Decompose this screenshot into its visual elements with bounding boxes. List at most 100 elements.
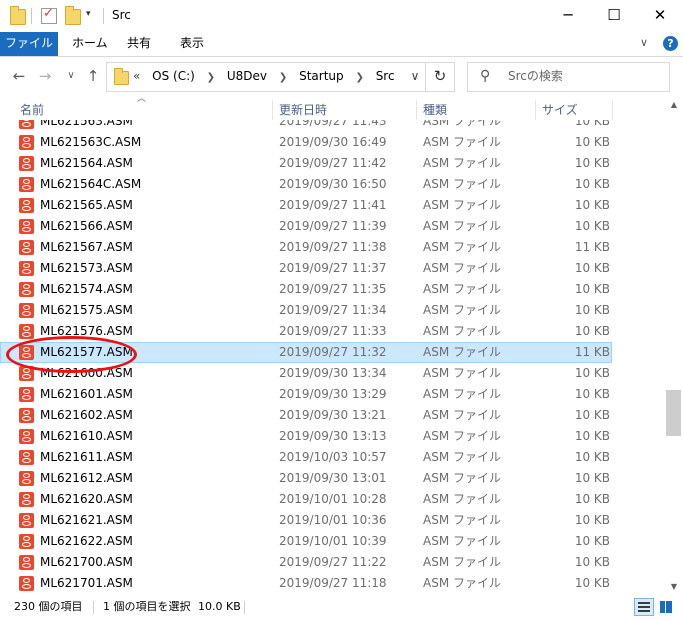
file-size: 10 KB bbox=[574, 303, 610, 317]
file-type: ASM ファイル bbox=[423, 387, 501, 401]
new-folder-icon[interactable] bbox=[65, 6, 81, 25]
chevron-right-icon[interactable]: ❯ bbox=[279, 72, 287, 83]
file-row[interactable]: ML621622.ASM 2019/10/01 10:39 ASM ファイル 10 K… bbox=[0, 531, 612, 552]
file-size: 10 KB bbox=[574, 450, 610, 464]
column-divider[interactable] bbox=[535, 100, 536, 120]
file-row[interactable]: ML621576.ASM 2019/09/27 11:33 ASM ファイル 10 K… bbox=[0, 321, 612, 342]
file-row[interactable]: ML621565.ASM 2019/09/27 11:41 ASM ファイル 10 K… bbox=[0, 195, 612, 216]
address-folder-icon bbox=[114, 68, 129, 85]
file-name: ML621620.ASM bbox=[40, 492, 133, 506]
forward-icon[interactable]: → bbox=[36, 66, 54, 86]
vertical-scrollbar[interactable]: ▲ ▼ bbox=[665, 98, 683, 596]
column-divider[interactable] bbox=[612, 100, 613, 120]
file-date: 2019/10/01 10:39 bbox=[279, 534, 387, 548]
file-size: 10 KB bbox=[574, 576, 610, 590]
file-size: 10 KB bbox=[574, 198, 610, 212]
file-row[interactable]: ML621574.ASM 2019/09/27 11:35 ASM ファイル 10 K… bbox=[0, 279, 612, 300]
file-row[interactable]: ML621566.ASM 2019/09/27 11:39 ASM ファイル 10 K… bbox=[0, 216, 612, 237]
file-row[interactable]: ML621601.ASM 2019/09/30 13:29 ASM ファイル 10 K… bbox=[0, 384, 612, 405]
details-view-icon[interactable] bbox=[634, 598, 654, 616]
file-name: ML621700.ASM bbox=[40, 555, 133, 569]
file-list: ML621563.ASM 2019/09/27 11:43 ASM ファイル 10 K… bbox=[0, 120, 665, 596]
address-bar[interactable]: « OS (C:) ❯ U8Dev ❯ Startup ❯ Src ∨ bbox=[106, 62, 426, 92]
file-date: 2019/09/27 11:43 bbox=[279, 120, 387, 128]
quick-access-divider bbox=[31, 8, 32, 24]
file-row[interactable]: ML621564.ASM 2019/09/27 11:42 ASM ファイル 10 K… bbox=[0, 153, 612, 174]
file-type: ASM ファイル bbox=[423, 450, 501, 464]
column-divider[interactable] bbox=[416, 100, 417, 120]
sort-ascending-icon: ︿ bbox=[137, 94, 147, 104]
properties-icon[interactable] bbox=[41, 6, 57, 24]
file-date: 2019/09/27 11:34 bbox=[279, 303, 387, 317]
column-divider[interactable] bbox=[272, 100, 273, 120]
breadcrumb-os-c[interactable]: OS (C:) bbox=[152, 69, 195, 83]
file-row[interactable]: ML621700.ASM 2019/09/27 11:22 ASM ファイル 10 K… bbox=[0, 552, 612, 573]
large-icons-view-icon[interactable] bbox=[658, 599, 674, 615]
scroll-up-icon[interactable]: ▲ bbox=[665, 98, 683, 112]
breadcrumb-src[interactable]: Src bbox=[376, 69, 395, 83]
tab-home[interactable]: ホーム bbox=[72, 32, 108, 56]
asm-file-icon bbox=[19, 120, 34, 129]
file-date: 2019/09/30 13:29 bbox=[279, 387, 387, 401]
file-row[interactable]: ML621564C.ASM 2019/09/30 16:50 ASM ファイル 10 … bbox=[0, 174, 612, 195]
asm-file-icon bbox=[19, 345, 34, 360]
breadcrumb-startup[interactable]: Startup bbox=[299, 69, 344, 83]
back-icon[interactable]: ← bbox=[10, 66, 28, 86]
column-size[interactable]: サイズ bbox=[542, 98, 578, 120]
breadcrumb-overflow[interactable]: « bbox=[133, 69, 140, 83]
chevron-right-icon[interactable]: ❯ bbox=[355, 72, 363, 83]
tab-share[interactable]: 共有 bbox=[127, 32, 151, 56]
file-name: ML621563C.ASM bbox=[40, 135, 142, 149]
help-icon[interactable]: ? bbox=[663, 36, 678, 51]
file-date: 2019/09/30 13:13 bbox=[279, 429, 387, 443]
column-date[interactable]: 更新日時 bbox=[279, 98, 327, 120]
file-row[interactable]: ML621620.ASM 2019/10/01 10:28 ASM ファイル 10 K… bbox=[0, 489, 612, 510]
close-button[interactable]: ✕ bbox=[637, 0, 683, 32]
breadcrumb: « OS (C:) ❯ U8Dev ❯ Startup ❯ Src bbox=[133, 63, 395, 91]
file-row[interactable]: ML621563.ASM 2019/09/27 11:43 ASM ファイル 10 K… bbox=[0, 120, 612, 132]
file-row[interactable]: ML621610.ASM 2019/09/30 13:13 ASM ファイル 10 K… bbox=[0, 426, 612, 447]
breadcrumb-u8dev[interactable]: U8Dev bbox=[227, 69, 267, 83]
file-row[interactable]: ML621621.ASM 2019/10/01 10:36 ASM ファイル 10 K… bbox=[0, 510, 612, 531]
file-row[interactable]: ML621611.ASM 2019/10/03 10:57 ASM ファイル 10 K… bbox=[0, 447, 612, 468]
file-row[interactable]: ML621573.ASM 2019/09/27 11:37 ASM ファイル 10 K… bbox=[0, 258, 612, 279]
file-row[interactable]: ML621701.ASM 2019/09/27 11:18 ASM ファイル 10 K… bbox=[0, 573, 612, 594]
search-box[interactable]: ⚲ Srcの検索 bbox=[467, 62, 670, 92]
file-type: ASM ファイル bbox=[423, 120, 501, 128]
tab-view[interactable]: 表示 bbox=[180, 32, 204, 56]
column-name[interactable]: 名前 bbox=[20, 98, 44, 120]
file-row[interactable]: ML621600.ASM 2019/09/30 13:34 ASM ファイル 10 K… bbox=[0, 363, 612, 384]
file-size: 10 KB bbox=[574, 555, 610, 569]
asm-file-icon bbox=[19, 324, 34, 339]
scroll-thumb[interactable] bbox=[666, 390, 681, 436]
tab-file[interactable]: ファイル bbox=[0, 32, 58, 56]
recent-locations-icon[interactable]: ∨ bbox=[62, 66, 80, 86]
maximize-button[interactable]: ☐ bbox=[591, 0, 637, 32]
file-name: ML621701.ASM bbox=[40, 576, 133, 590]
quick-access-dropdown-icon[interactable]: ▾ bbox=[86, 9, 91, 19]
ribbon-expand-icon[interactable]: ∨ bbox=[640, 36, 648, 49]
search-icon: ⚲ bbox=[480, 68, 491, 84]
asm-file-icon bbox=[19, 156, 34, 171]
file-date: 2019/09/27 11:37 bbox=[279, 261, 387, 275]
file-row[interactable]: ML621612.ASM 2019/09/30 13:01 ASM ファイル 10 K… bbox=[0, 468, 612, 489]
file-size: 10 KB bbox=[574, 261, 610, 275]
file-row[interactable]: ML621575.ASM 2019/09/27 11:34 ASM ファイル 10 K… bbox=[0, 300, 612, 321]
file-row[interactable]: ML621602.ASM 2019/09/30 13:21 ASM ファイル 10 K… bbox=[0, 405, 612, 426]
search-input[interactable]: Srcの検索 bbox=[508, 63, 563, 91]
column-type[interactable]: 種類 bbox=[423, 98, 447, 120]
file-row[interactable]: ML621577.ASM 2019/09/27 11:32 ASM ファイル 11 K… bbox=[0, 342, 612, 363]
scroll-down-icon[interactable]: ▼ bbox=[665, 580, 683, 594]
address-dropdown-icon[interactable]: ∨ bbox=[405, 63, 425, 91]
file-type: ASM ファイル bbox=[423, 261, 501, 275]
minimize-button[interactable]: ─ bbox=[545, 0, 591, 32]
file-row[interactable]: ML621563C.ASM 2019/09/30 16:49 ASM ファイル 10 … bbox=[0, 132, 612, 153]
file-type: ASM ファイル bbox=[423, 219, 501, 233]
refresh-button[interactable]: ↻ bbox=[425, 62, 455, 92]
file-size: 10 KB bbox=[574, 429, 610, 443]
file-name: ML621566.ASM bbox=[40, 219, 133, 233]
file-row[interactable]: ML621567.ASM 2019/09/27 11:38 ASM ファイル 11 K… bbox=[0, 237, 612, 258]
up-icon[interactable]: ↑ bbox=[84, 66, 102, 86]
file-name: ML621563.ASM bbox=[40, 120, 133, 128]
chevron-right-icon[interactable]: ❯ bbox=[207, 72, 215, 83]
